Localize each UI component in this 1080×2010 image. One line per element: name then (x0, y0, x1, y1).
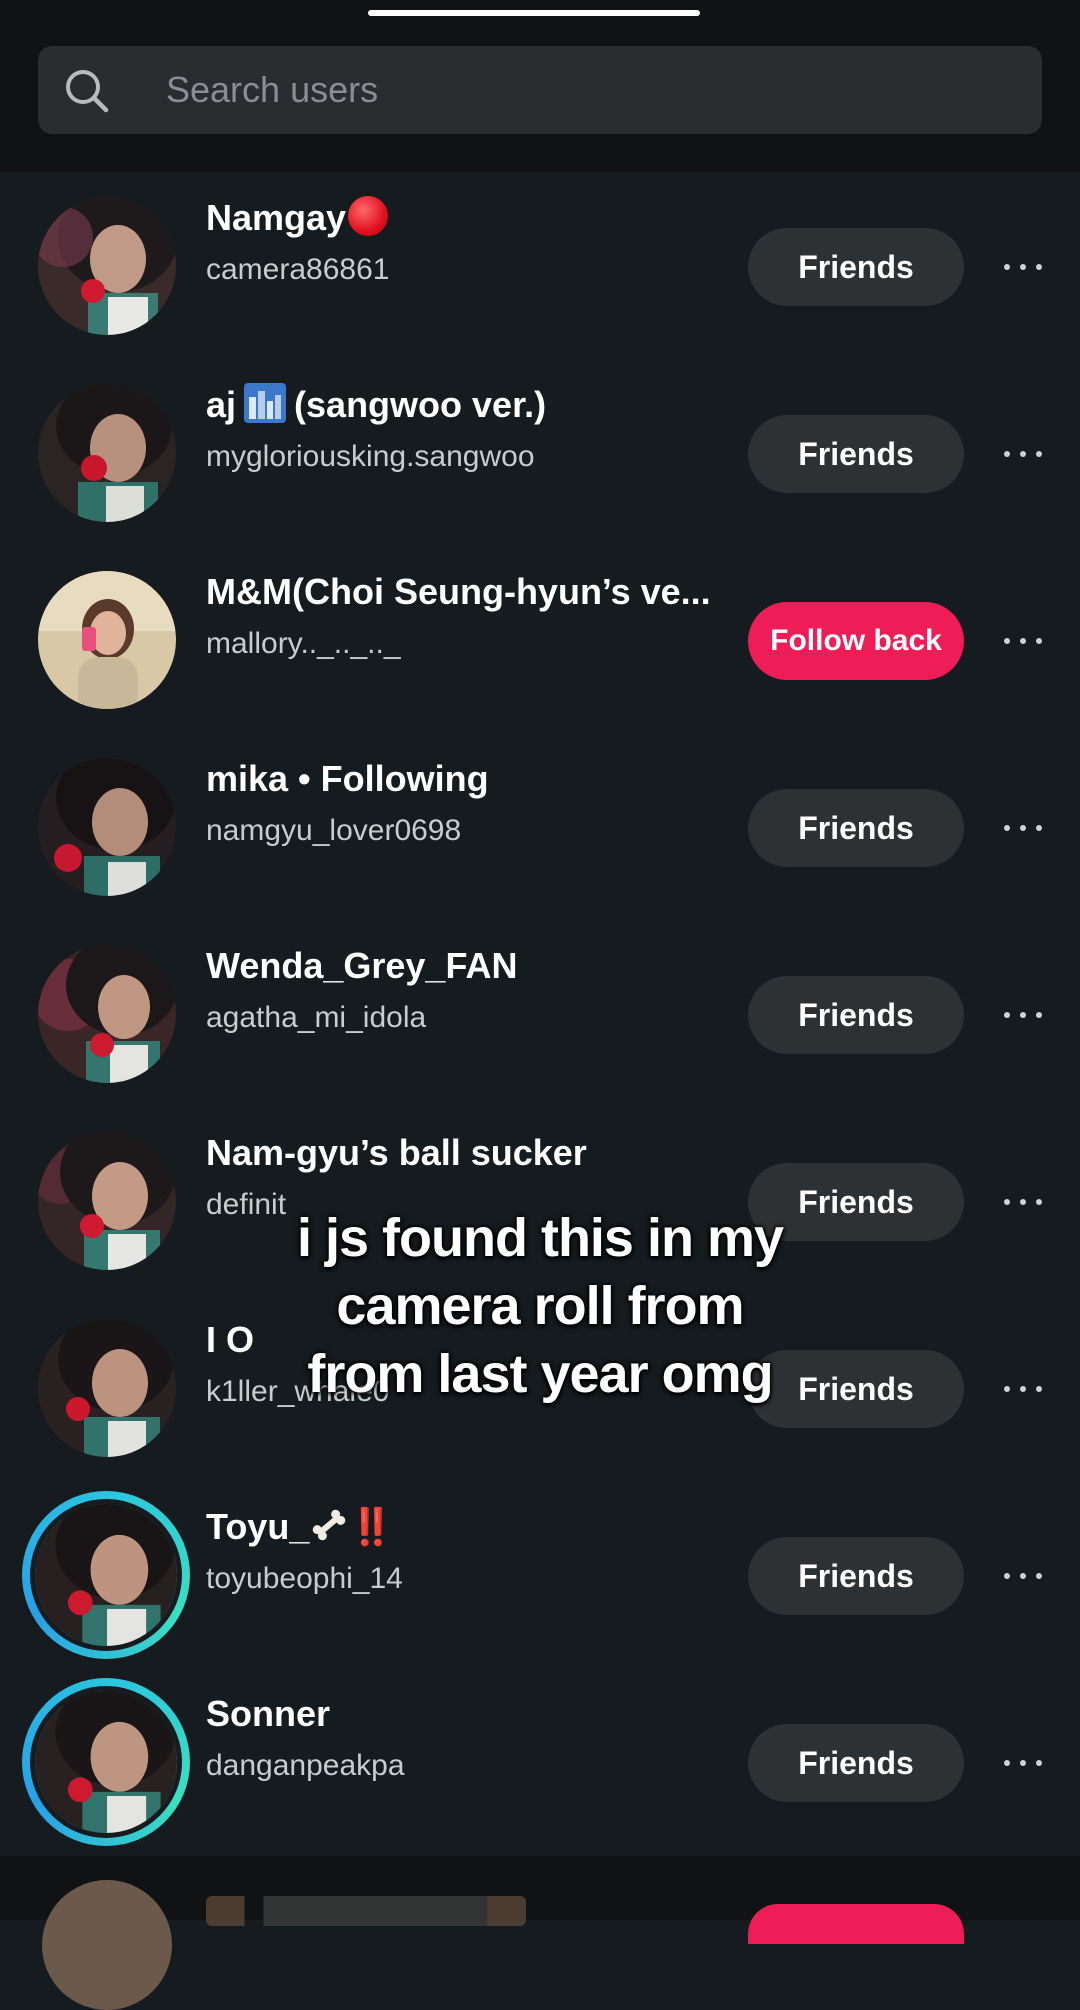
avatar[interactable] (38, 945, 176, 1083)
more-options-icon[interactable] (1000, 624, 1046, 658)
avatar[interactable] (38, 1319, 176, 1457)
username: agatha_mi_idola (206, 1001, 427, 1034)
drag-handle[interactable] (368, 10, 700, 16)
username: danganpeakpa (206, 1749, 405, 1782)
username: mygloriousking.sangwoo (206, 440, 535, 473)
display-name: Toyu_ ‼️ (206, 1506, 395, 1547)
avatar (30, 1499, 182, 1651)
more-options-icon[interactable] (1000, 1185, 1046, 1219)
display-name: mika • Following (206, 758, 489, 799)
friends-button[interactable]: Friends (748, 789, 964, 867)
cityscape-icon (244, 383, 287, 423)
display-name: Wenda_Grey_FAN (206, 945, 518, 986)
avatar[interactable] (38, 758, 176, 896)
more-options-icon[interactable] (1000, 811, 1046, 845)
avatar (30, 1686, 182, 1838)
username: toyubeophi_14 (206, 1562, 403, 1595)
more-options-icon[interactable] (1000, 250, 1046, 284)
more-options-icon[interactable] (1000, 998, 1046, 1032)
search-bar[interactable] (38, 46, 1042, 134)
search-icon (66, 70, 109, 113)
list-item[interactable]: aj (sangwoo ver.) mygloriousking.sangwoo … (0, 359, 1080, 546)
username: camera86861 (206, 253, 390, 286)
more-options-icon[interactable] (1000, 437, 1046, 471)
list-item[interactable]: Namgay camera86861 Friends (0, 172, 1080, 359)
avatar[interactable] (38, 197, 176, 335)
friends-button[interactable]: Friends (748, 415, 964, 493)
avatar[interactable] (38, 571, 176, 709)
caption-line: camera roll from (336, 1276, 744, 1336)
more-options-icon[interactable] (1000, 1746, 1046, 1780)
red-circle-icon (348, 196, 389, 236)
avatar-story-ring[interactable] (22, 1491, 190, 1659)
username: mallory.._.._.._ (206, 627, 401, 660)
more-options-icon[interactable] (1000, 1372, 1046, 1406)
list-item[interactable]: Toyu_ ‼️ toyubeophi_14 Friends (0, 1481, 1080, 1668)
bone-icon (313, 1509, 346, 1541)
avatar[interactable] (38, 1132, 176, 1270)
search-input[interactable] (128, 46, 1018, 134)
avatar[interactable] (38, 384, 176, 522)
friends-button[interactable]: Friends (748, 1537, 964, 1615)
follow-back-button-partial[interactable] (748, 1904, 964, 1944)
follow-back-button[interactable]: Follow back (748, 602, 964, 680)
display-name: Sonner (206, 1693, 331, 1734)
caption-line: i js found this in my (296, 1208, 784, 1268)
friends-button[interactable]: Friends (748, 228, 964, 306)
list-item[interactable]: M&M(Choi Seung-hyun’s ve... mallory.._..… (0, 546, 1080, 733)
display-name: Nam-gyu’s ball sucker (206, 1132, 587, 1173)
avatar-story-ring[interactable] (22, 1678, 190, 1846)
video-caption-overlay: i js found this in my camera roll from f… (200, 1204, 880, 1408)
list-item-partial[interactable] (0, 1856, 1080, 2010)
list-item[interactable]: Sonner danganpeakpa Friends (0, 1668, 1080, 1855)
caption-line: from last year omg (307, 1344, 773, 1404)
top-bar (0, 0, 1080, 172)
list-item[interactable]: Wenda_Grey_FAN agatha_mi_idola Friends (0, 920, 1080, 1107)
display-name: aj (sangwoo ver.) (206, 383, 547, 425)
friends-button[interactable]: Friends (748, 1724, 964, 1802)
display-name: Namgay (206, 192, 726, 244)
username: namgyu_lover0698 (206, 814, 462, 847)
friends-button[interactable]: Friends (748, 976, 964, 1054)
list-item[interactable]: mika • Following namgyu_lover0698 Friend… (0, 733, 1080, 920)
user-list: Namgay camera86861 Friends aj (sangwoo ve… (0, 172, 1080, 1852)
avatar[interactable] (42, 1880, 172, 2010)
more-options-icon[interactable] (1000, 1559, 1046, 1593)
display-name-partial (206, 1896, 526, 1926)
display-name: M&M(Choi Seung-hyun’s ve... (206, 571, 711, 612)
